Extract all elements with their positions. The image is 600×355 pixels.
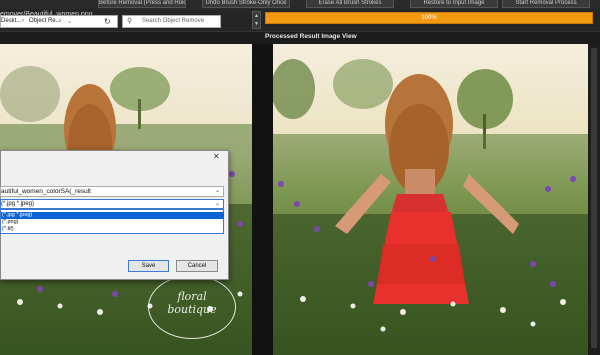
restore-input-button[interactable]: Restore to Input Image (410, 0, 498, 8)
watermark-line2: boutique (167, 303, 217, 316)
top-toolbar: Before Removal (Press and Hold) Undo Bru… (0, 0, 600, 9)
processed-image (273, 44, 588, 355)
close-icon[interactable]: ✕ (213, 152, 220, 161)
search-placeholder: Search Object Remove (142, 18, 205, 24)
spin-down-icon[interactable]: ▼ (253, 20, 260, 28)
chevron-down-icon[interactable]: ⌄ (215, 200, 220, 207)
before-removal-button[interactable]: Before Removal (Press and Hold) (98, 0, 186, 8)
watermark-line1: floral (177, 290, 207, 303)
filetype-options: (*.jpg *.jpeg) (*.png) (*.tif) (0, 209, 224, 234)
breadcrumb[interactable]: Deskt... › Object Re... › ⌄ (0, 15, 118, 28)
spin-control[interactable]: ▲ ▼ (252, 11, 261, 29)
processed-panel-title: Processed Result Image View (265, 33, 357, 40)
divider (0, 31, 600, 32)
erase-all-button[interactable]: Erase All Brush Strokes (306, 0, 394, 8)
breadcrumb-desktop[interactable]: Deskt... (1, 18, 21, 24)
filename-field[interactable]: autiful_women_colorSA(_result ⌄ (0, 186, 224, 197)
breadcrumb-folder[interactable]: Object Re... (29, 18, 61, 24)
chevron-down-icon[interactable]: ⌄ (67, 18, 72, 25)
chevron-right-icon: › (59, 18, 61, 24)
filetype-value: (*.jpg *.jpeg) (1, 201, 35, 207)
start-removal-button[interactable]: Start Removal Process (502, 0, 590, 8)
save-button[interactable]: Save (128, 260, 169, 272)
filename-value: autiful_women_colorSA(_result (1, 188, 91, 195)
filetype-option[interactable]: (*.png) (1, 219, 224, 226)
chevron-right-icon: › (22, 18, 24, 24)
pane-separator (252, 44, 273, 355)
chevron-down-icon[interactable]: ⌄ (215, 187, 220, 194)
undo-brush-button[interactable]: Undo Brush Stroke-Only Once (202, 0, 290, 8)
filetype-option[interactable]: (*.tif) (1, 226, 224, 233)
filetype-option[interactable]: (*.jpg *.jpeg) (1, 212, 224, 219)
processed-image-view[interactable] (273, 44, 588, 355)
refresh-icon[interactable]: ↻ (104, 17, 111, 26)
cancel-button[interactable]: Cancel (176, 260, 218, 272)
search-input[interactable]: ⚲ Search Object Remove (122, 15, 221, 28)
watermark-logo: floral boutique (148, 275, 236, 339)
progress-bar: 100% (265, 12, 593, 24)
right-scrollbar[interactable] (588, 44, 600, 355)
filetype-select[interactable]: (*.jpg *.jpeg) ⌄ (0, 199, 224, 209)
spin-up-icon[interactable]: ▲ (253, 12, 260, 20)
search-icon: ⚲ (127, 18, 133, 25)
scrollbar-thumb[interactable] (591, 48, 597, 348)
